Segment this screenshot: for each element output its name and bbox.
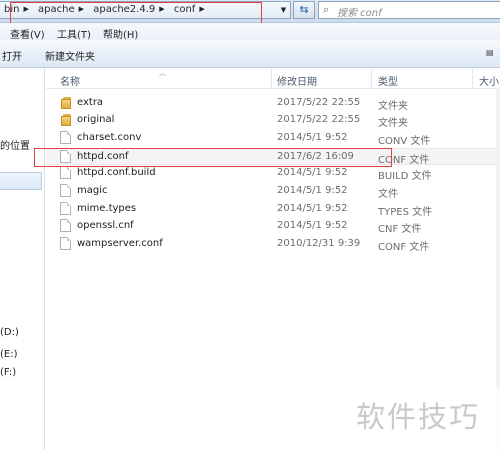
breadcrumb: bin ▶ apache ▶ apache2.4.9 ▶ conf ▶ <box>4 4 211 15</box>
column-header-size[interactable]: 大小 <box>479 73 499 88</box>
table-row[interactable]: mime.types 2014/5/1 9:52 TYPES 文件 <box>46 201 500 218</box>
column-header-row: ︿ 名称 修改日期 类型 大小 <box>46 68 500 89</box>
table-row[interactable]: magic 2014/5/1 9:52 文件 <box>46 183 500 200</box>
file-type: 文件夹 <box>378 118 408 129</box>
file-modified: 2014/5/1 9:52 <box>277 203 348 214</box>
toolbar: 打开 新建文件夹 ▤ <box>0 40 500 68</box>
file-name: magic <box>77 185 108 196</box>
table-row[interactable]: charset.conv 2014/5/1 9:52 CONV 文件 <box>46 130 500 147</box>
folder-icon <box>60 96 73 110</box>
menu-bar: 查看(V) 工具(T) 帮助(H) <box>0 23 500 41</box>
breadcrumb-conf[interactable]: conf <box>174 4 195 15</box>
navigation-pane: 的位置 (D:) (E:) (F:) <box>0 68 45 450</box>
file-modified: 2014/5/1 9:52 <box>277 132 348 143</box>
menu-help[interactable]: 帮助(H) <box>103 26 138 41</box>
nav-item-drive-d[interactable]: (D:) <box>0 327 19 338</box>
file-icon <box>60 166 73 180</box>
file-icon <box>60 237 73 251</box>
table-row-selected[interactable]: httpd.conf 2017/6/2 16:09 CONF 文件 <box>46 148 500 166</box>
table-row[interactable]: openssl.cnf 2014/5/1 9:52 CNF 文件 <box>46 218 500 235</box>
table-row[interactable]: extra 2017/5/22 22:55 文件夹 <box>46 95 500 112</box>
file-icon <box>60 202 73 216</box>
file-type: CONV 文件 <box>378 136 431 147</box>
file-modified: 2014/5/1 9:52 <box>277 167 348 178</box>
menu-view[interactable]: 查看(V) <box>10 26 45 41</box>
column-divider[interactable] <box>472 68 473 88</box>
menu-tools[interactable]: 工具(T) <box>57 26 91 41</box>
file-modified: 2017/5/22 22:55 <box>277 97 361 108</box>
search-input[interactable]: ⌕ 搜索 conf <box>318 1 500 19</box>
file-type: CONF 文件 <box>378 242 430 253</box>
file-modified: 2010/12/31 9:39 <box>277 238 361 249</box>
sort-ascending-icon: ︿ <box>159 69 166 77</box>
file-modified: 2017/6/2 16:09 <box>277 151 354 162</box>
chevron-right-icon[interactable]: ▶ <box>199 5 204 13</box>
column-header-name[interactable]: 名称 <box>60 73 80 88</box>
search-icon: ⌕ <box>323 3 330 16</box>
file-modified: 2014/5/1 9:52 <box>277 185 348 196</box>
file-name: openssl.cnf <box>77 220 134 231</box>
file-icon <box>60 150 73 164</box>
table-row[interactable]: httpd.conf.build 2014/5/1 9:52 BUILD 文件 <box>46 165 500 182</box>
column-divider[interactable] <box>371 68 372 88</box>
file-name: httpd.conf.build <box>77 167 156 178</box>
nav-item-recent-places[interactable]: 的位置 <box>0 137 30 152</box>
breadcrumb-bin[interactable]: bin <box>4 4 19 15</box>
nav-item-drive-e[interactable]: (E:) <box>0 349 18 360</box>
new-folder-button[interactable]: 新建文件夹 <box>45 48 95 63</box>
column-header-type[interactable]: 类型 <box>378 73 398 88</box>
file-name: httpd.conf <box>77 151 129 162</box>
table-row[interactable]: original 2017/5/22 22:55 文件夹 <box>46 112 500 129</box>
address-bar[interactable]: bin ▶ apache ▶ apache2.4.9 ▶ conf ▶ ▼ <box>0 1 291 19</box>
file-name: original <box>77 114 115 125</box>
file-icon <box>60 131 73 145</box>
file-icon <box>60 184 73 198</box>
view-options-icon[interactable]: ▤ <box>486 48 494 57</box>
column-header-modified[interactable]: 修改日期 <box>277 73 317 88</box>
search-placeholder: 搜索 conf <box>337 8 382 19</box>
file-modified: 2017/5/22 22:55 <box>277 114 361 125</box>
watermark-text: 软件技巧 <box>356 400 481 434</box>
nav-item-drive-f[interactable]: (F:) <box>0 367 16 378</box>
file-name: wampserver.conf <box>77 238 163 249</box>
file-type: CNF 文件 <box>378 224 422 235</box>
open-button[interactable]: 打开 <box>2 48 22 63</box>
address-bar-row: bin ▶ apache ▶ apache2.4.9 ▶ conf ▶ ▼ ⇆ ⌕ 搜索… <box>0 0 500 23</box>
refresh-button[interactable]: ⇆ <box>293 1 315 19</box>
breadcrumb-apache-version[interactable]: apache2.4.9 <box>93 4 155 15</box>
file-type: TYPES 文件 <box>378 207 433 218</box>
chevron-right-icon[interactable]: ▶ <box>159 5 164 13</box>
file-type: BUILD 文件 <box>378 171 432 182</box>
file-name: mime.types <box>77 203 137 214</box>
folder-icon <box>60 113 73 127</box>
chevron-right-icon[interactable]: ▶ <box>23 5 28 13</box>
file-icon <box>60 219 73 233</box>
nav-item-selected[interactable] <box>0 172 42 190</box>
file-modified: 2014/5/1 9:52 <box>277 220 348 231</box>
file-type: 文件夹 <box>378 101 408 112</box>
refresh-icon: ⇆ <box>299 3 309 16</box>
file-type: 文件 <box>378 189 398 200</box>
address-dropdown-icon[interactable]: ▼ <box>277 3 290 17</box>
column-divider[interactable] <box>271 68 272 88</box>
file-name: charset.conv <box>77 132 142 143</box>
chevron-right-icon[interactable]: ▶ <box>79 5 84 13</box>
breadcrumb-apache[interactable]: apache <box>38 4 75 15</box>
file-name: extra <box>77 97 104 108</box>
file-type: CONF 文件 <box>378 155 430 166</box>
table-row[interactable]: wampserver.conf 2010/12/31 9:39 CONF 文件 <box>46 236 500 253</box>
watermark: 软件技巧 <box>349 388 500 450</box>
